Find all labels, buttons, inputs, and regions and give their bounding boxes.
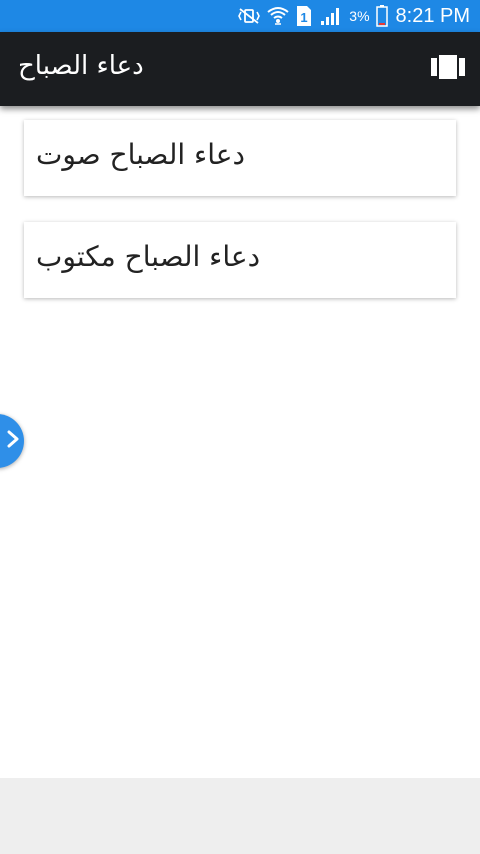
status-icons: 1 3% 8:21 PM: [237, 0, 470, 32]
ad-banner-area: [0, 778, 480, 854]
view-carousel-button[interactable]: [430, 54, 466, 84]
mute-vibrate-icon: [237, 7, 261, 25]
status-bar: 1 3% 8:21 PM: [0, 0, 480, 32]
list-item-audio[interactable]: دعاء الصباح صوت: [24, 120, 456, 196]
battery-icon: [375, 5, 388, 27]
svg-text:1: 1: [301, 10, 308, 25]
page-title: دعاء الصباح: [18, 51, 144, 81]
list-item-label: دعاء الصباح صوت: [36, 138, 245, 171]
drawer-toggle-button[interactable]: [0, 414, 24, 468]
list-item-label: دعاء الصباح مكتوب: [36, 240, 261, 273]
signal-icon: [319, 6, 343, 26]
list-item-written[interactable]: دعاء الصباح مكتوب: [24, 222, 456, 298]
clock: 8:21 PM: [395, 4, 470, 27]
view-carousel-icon: [431, 55, 465, 83]
sim-icon: 1: [295, 5, 313, 27]
wifi-icon: [267, 6, 289, 26]
chevron-right-icon: [6, 430, 20, 452]
app-bar: دعاء الصباح: [0, 32, 480, 106]
battery-percent: 3%: [349, 8, 370, 24]
